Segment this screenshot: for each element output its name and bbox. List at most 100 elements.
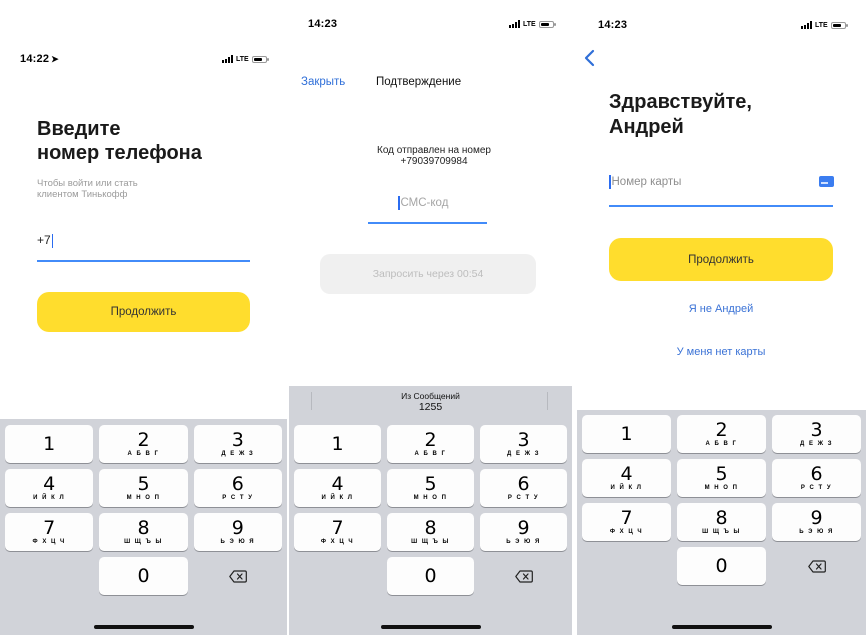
key-digit: 3	[231, 428, 244, 451]
key-5[interactable]: 5М Н О П	[387, 469, 474, 507]
key-digit: 2	[137, 428, 150, 451]
signal-icon	[801, 21, 812, 29]
key-7[interactable]: 7Ф Х Ц Ч	[5, 513, 94, 551]
key-2[interactable]: 2А Б В Г	[387, 425, 474, 463]
key-6[interactable]: 6Р С Т У	[772, 459, 861, 497]
signal-icon	[509, 20, 520, 28]
key-6[interactable]: 6Р С Т У	[193, 469, 282, 507]
home-indicator[interactable]	[671, 625, 772, 629]
phone-input-underline	[37, 260, 250, 262]
key-digit: 1	[620, 422, 633, 445]
key-letters: Р С Т У	[507, 494, 540, 501]
key-0[interactable]: 0	[387, 557, 474, 595]
key-7[interactable]: 7Ф Х Ц Ч	[582, 503, 671, 541]
key-2[interactable]: 2А Б В Г	[99, 425, 188, 463]
key-letters: И Й К Л	[610, 484, 643, 491]
key-4[interactable]: 4И Й К Л	[5, 469, 94, 507]
continue-button[interactable]: Продолжить	[609, 238, 833, 281]
back-chevron-icon[interactable]	[583, 49, 595, 67]
key-letters: Ь Э Ю Я	[220, 538, 256, 545]
backspace-icon	[807, 559, 826, 573]
key-letters: Ф Х Ц Ч	[609, 528, 644, 535]
home-indicator[interactable]	[380, 625, 481, 629]
key-digit: 8	[137, 516, 150, 539]
key-2[interactable]: 2А Б В Г	[677, 415, 766, 453]
key-4[interactable]: 4И Й К Л	[582, 459, 671, 497]
key-digit: 5	[137, 472, 150, 495]
key-0[interactable]: 0	[99, 557, 188, 595]
sms-code-input[interactable]: СМС-код	[398, 196, 448, 210]
key-letters: А Б В Г	[705, 440, 738, 447]
no-card-link[interactable]: У меня нет карты	[609, 346, 833, 358]
key-9[interactable]: 9Ь Э Ю Я	[772, 503, 861, 541]
backspace-icon	[229, 569, 247, 583]
key-5[interactable]: 5М Н О П	[677, 459, 766, 497]
card-number-input[interactable]: Номер карты	[609, 175, 681, 189]
card-scan-icon[interactable]	[819, 176, 834, 187]
key-digit: 9	[810, 506, 823, 529]
key-8[interactable]: 8Ш Щ Ъ Ы	[99, 513, 188, 551]
keypad-grid: 12А Б В Г3Д Е Ж З4И Й К Л5М Н О П6Р С Т …	[5, 425, 282, 595]
text-caret	[398, 196, 400, 210]
key-9[interactable]: 9Ь Э Ю Я	[193, 513, 282, 551]
key-digit: 8	[424, 516, 437, 539]
key-3[interactable]: 3Д Е Ж З	[193, 425, 282, 463]
key-9[interactable]: 9Ь Э Ю Я	[480, 513, 567, 551]
card-login-screen: 14:23 LTE Здравствуйте, Андрей Номер кар…	[577, 0, 866, 635]
status-time: 14:23	[308, 18, 338, 30]
key-letters: М Н О П	[126, 494, 161, 501]
key-0[interactable]: 0	[677, 547, 766, 585]
status-time: 14:23	[598, 19, 628, 31]
key-3[interactable]: 3Д Е Ж З	[480, 425, 567, 463]
key-8[interactable]: 8Ш Щ Ъ Ы	[387, 513, 474, 551]
key-6[interactable]: 6Р С Т У	[480, 469, 567, 507]
not-me-link[interactable]: Я не Андрей	[609, 303, 833, 315]
key-letters: Д Е Ж З	[507, 450, 540, 457]
phone-entry-screen: 14:22 ➤ LTE Введите номер телефона Чтобы …	[0, 0, 287, 635]
key-digit: 3	[810, 418, 823, 441]
key-digit: 9	[517, 516, 530, 539]
backspace-icon	[514, 569, 533, 583]
key-letters: И Й К Л	[321, 494, 354, 501]
card-input-underline	[609, 205, 833, 207]
key-digit: 8	[715, 506, 728, 529]
key-7[interactable]: 7Ф Х Ц Ч	[294, 513, 381, 551]
sms-code-suggestion[interactable]: Из Сообщений 1255	[289, 386, 572, 418]
key-8[interactable]: 8Ш Щ Ъ Ы	[677, 503, 766, 541]
nav-title: Подтверждение	[376, 76, 462, 88]
resend-code-button: Запросить через 00:54	[320, 254, 536, 294]
continue-button[interactable]: Продолжить	[37, 292, 250, 332]
suggestion-divider	[311, 392, 312, 410]
subtitle: Чтобы войти или стать клиентом Тинькофф	[37, 178, 138, 200]
key-3[interactable]: 3Д Е Ж З	[772, 415, 861, 453]
numeric-keyboard: 12А Б В Г3Д Е Ж З4И Й К Л5М Н О П6Р С Т …	[577, 410, 866, 635]
key-1[interactable]: 1	[294, 425, 381, 463]
suggestion-divider	[547, 392, 548, 410]
status-indicators: LTE	[222, 55, 269, 63]
key-1[interactable]: 1	[5, 425, 94, 463]
key-letters: Д Е Ж З	[800, 440, 833, 447]
key-letters: М Н О П	[413, 494, 448, 501]
status-indicators: LTE	[509, 20, 556, 28]
home-indicator[interactable]	[93, 625, 194, 629]
battery-icon	[251, 55, 269, 63]
close-link[interactable]: Закрыть	[301, 76, 345, 88]
battery-icon	[538, 20, 556, 28]
key-digit: 4	[331, 472, 344, 495]
keypad-blank	[294, 557, 381, 595]
key-letters: Р С Т У	[800, 484, 833, 491]
backspace-key[interactable]	[772, 547, 861, 585]
key-1[interactable]: 1	[582, 415, 671, 453]
key-4[interactable]: 4И Й К Л	[294, 469, 381, 507]
sms-confirmation-screen: 14:23 LTE Закрыть Подтверждение Код отпр…	[289, 0, 572, 635]
backspace-key[interactable]	[194, 557, 282, 595]
backspace-key[interactable]	[480, 557, 567, 595]
network-label: LTE	[236, 55, 249, 63]
key-5[interactable]: 5М Н О П	[99, 469, 188, 507]
key-digit: 7	[620, 506, 633, 529]
phone-input[interactable]: +7	[37, 233, 54, 248]
key-letters: А Б В Г	[127, 450, 160, 457]
key-letters: Ь Э Ю Я	[506, 538, 541, 545]
key-digit: 0	[424, 564, 437, 587]
key-digit: 0	[137, 564, 150, 587]
